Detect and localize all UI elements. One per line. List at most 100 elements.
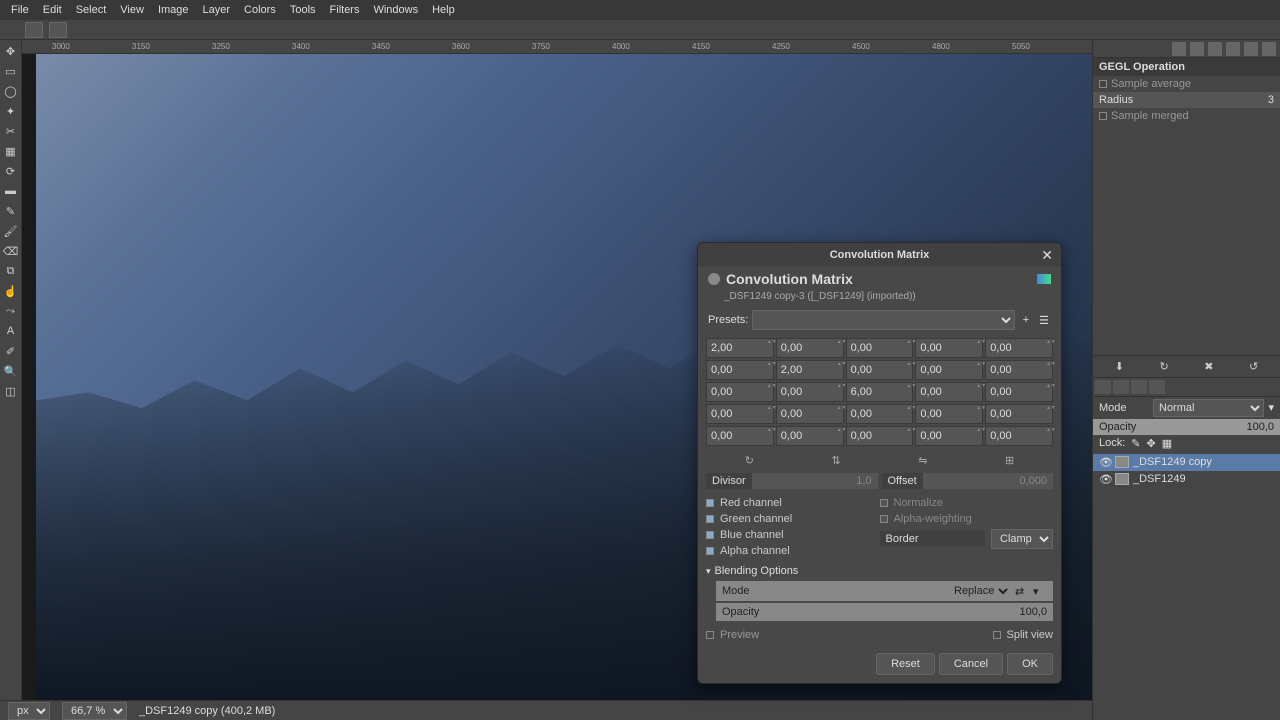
normalize-check[interactable] [880, 499, 888, 507]
visibility-icon[interactable]: 👁 [1099, 456, 1111, 469]
matrix-cell-4-3[interactable]: ▲▼ [915, 426, 983, 446]
clone-tool[interactable]: ⧉ [2, 262, 20, 280]
action-refresh-icon[interactable]: ↻ [1160, 360, 1169, 373]
matrix-input[interactable] [847, 383, 907, 401]
spinner-icon[interactable]: ▲▼ [976, 361, 982, 379]
pencil-tool[interactable]: ✎ [2, 202, 20, 220]
blend-menu-icon[interactable]: ▾ [1033, 585, 1047, 598]
layer-mode-select[interactable]: Normal [1153, 399, 1264, 417]
menu-colors[interactable]: Colors [237, 2, 283, 18]
dock-icon[interactable] [1208, 42, 1222, 56]
eraser-tool[interactable]: ⌫ [2, 242, 20, 260]
matrix-cell-2-4[interactable]: ▲▼ [985, 382, 1053, 402]
matrix-cell-0-2[interactable]: ▲▼ [846, 338, 914, 358]
alpha-weight-check[interactable] [880, 515, 888, 523]
matrix-input[interactable] [847, 405, 907, 423]
matrix-input[interactable] [916, 383, 976, 401]
dock-icon[interactable] [1226, 42, 1240, 56]
dock-icon[interactable] [1262, 42, 1276, 56]
color-picker-tool[interactable]: ✐ [2, 342, 20, 360]
alpha-check[interactable] [706, 547, 714, 555]
matrix-flip-icon[interactable]: ⇅ [832, 454, 841, 467]
matrix-cell-0-1[interactable]: ▲▼ [776, 338, 844, 358]
layers-tab[interactable] [1095, 380, 1111, 394]
border-select[interactable]: Clamp [991, 529, 1053, 549]
tool-option-2[interactable] [49, 22, 67, 38]
matrix-cell-2-2[interactable]: ▲▼ [846, 382, 914, 402]
action-reset-icon[interactable]: ↺ [1249, 360, 1258, 373]
matrix-cell-4-4[interactable]: ▲▼ [985, 426, 1053, 446]
action-down-icon[interactable]: ⬇ [1115, 360, 1124, 373]
menu-filters[interactable]: Filters [323, 2, 367, 18]
spinner-icon[interactable]: ▲▼ [767, 383, 773, 401]
matrix-cell-3-4[interactable]: ▲▼ [985, 404, 1053, 424]
matrix-rotate-icon[interactable]: ↻ [745, 454, 754, 467]
zoom-select[interactable]: 66,7 % [62, 702, 127, 720]
mode-menu-icon[interactable]: ▾ [1268, 401, 1274, 414]
lock-position-icon[interactable]: ✥ [1147, 437, 1156, 450]
matrix-input[interactable] [777, 361, 837, 379]
red-check[interactable] [706, 499, 714, 507]
matrix-cell-1-1[interactable]: ▲▼ [776, 360, 844, 380]
matrix-input[interactable] [986, 339, 1046, 357]
menu-tools[interactable]: Tools [283, 2, 323, 18]
presets-select[interactable] [752, 310, 1015, 330]
menu-select[interactable]: Select [69, 2, 114, 18]
spinner-icon[interactable]: ▲▼ [1046, 405, 1052, 423]
spinner-icon[interactable]: ▲▼ [906, 383, 912, 401]
matrix-input[interactable] [847, 339, 907, 357]
free-select-tool[interactable]: ◯ [2, 82, 20, 100]
spinner-icon[interactable]: ▲▼ [1046, 339, 1052, 357]
matrix-cell-1-0[interactable]: ▲▼ [706, 360, 774, 380]
spinner-icon[interactable]: ▲▼ [837, 361, 843, 379]
close-icon[interactable]: ✕ [1041, 247, 1053, 264]
blue-check[interactable] [706, 531, 714, 539]
rect-select-tool[interactable]: ▭ [2, 62, 20, 80]
transform-tool[interactable]: ▦ [2, 142, 20, 160]
menu-help[interactable]: Help [425, 2, 462, 18]
spinner-icon[interactable]: ▲▼ [976, 383, 982, 401]
preset-add-icon[interactable]: + [1019, 313, 1033, 327]
menu-view[interactable]: View [113, 2, 151, 18]
blend-opacity-value[interactable]: 100,0 [1019, 606, 1047, 618]
matrix-input[interactable] [777, 339, 837, 357]
spinner-icon[interactable]: ▲▼ [976, 427, 982, 445]
spinner-icon[interactable]: ▲▼ [767, 361, 773, 379]
matrix-input[interactable] [847, 361, 907, 379]
matrix-input[interactable] [707, 405, 767, 423]
channels-tab[interactable] [1113, 380, 1129, 394]
brush-tool[interactable]: 🖌 [2, 222, 20, 240]
undo-tab[interactable] [1149, 380, 1165, 394]
crop-tool[interactable]: ✂ [2, 122, 20, 140]
spinner-icon[interactable]: ▲▼ [837, 427, 843, 445]
matrix-cell-4-2[interactable]: ▲▼ [846, 426, 914, 446]
matrix-cell-4-1[interactable]: ▲▼ [776, 426, 844, 446]
split-check[interactable] [993, 631, 1001, 639]
layer-item[interactable]: 👁_DSF1249 [1093, 471, 1280, 488]
matrix-input[interactable] [916, 427, 976, 445]
matrix-cell-3-1[interactable]: ▲▼ [776, 404, 844, 424]
lock-alpha-icon[interactable]: ▦ [1162, 437, 1172, 450]
matrix-cell-2-1[interactable]: ▲▼ [776, 382, 844, 402]
matrix-cell-1-3[interactable]: ▲▼ [915, 360, 983, 380]
matrix-input[interactable] [707, 339, 767, 357]
menu-image[interactable]: Image [151, 2, 196, 18]
dock-icon[interactable] [1244, 42, 1258, 56]
spinner-icon[interactable]: ▲▼ [1046, 361, 1052, 379]
blend-swap-icon[interactable]: ⇄ [1015, 585, 1029, 598]
tool-option-1[interactable] [25, 22, 43, 38]
matrix-cell-2-3[interactable]: ▲▼ [915, 382, 983, 402]
spinner-icon[interactable]: ▲▼ [767, 427, 773, 445]
spinner-icon[interactable]: ▲▼ [837, 405, 843, 423]
dock-icon[interactable] [1172, 42, 1186, 56]
matrix-cell-1-2[interactable]: ▲▼ [846, 360, 914, 380]
move-tool[interactable]: ✥ [2, 42, 20, 60]
sample-average-check[interactable] [1099, 80, 1107, 88]
matrix-cell-0-4[interactable]: ▲▼ [985, 338, 1053, 358]
matrix-input[interactable] [707, 427, 767, 445]
matrix-input[interactable] [986, 405, 1046, 423]
preset-menu-icon[interactable]: ☰ [1037, 313, 1051, 327]
matrix-input[interactable] [916, 339, 976, 357]
green-check[interactable] [706, 515, 714, 523]
matrix-input[interactable] [916, 405, 976, 423]
